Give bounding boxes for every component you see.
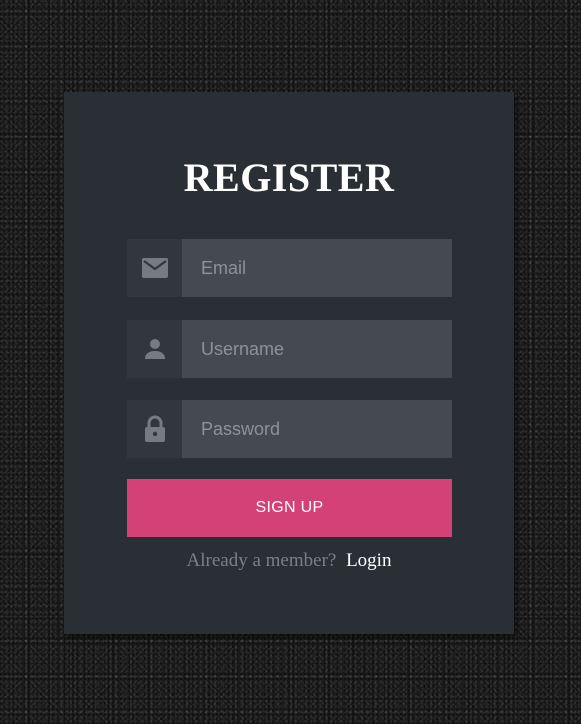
sign-up-button[interactable]: SIGN UP xyxy=(127,479,452,537)
user-icon xyxy=(127,320,182,378)
email-input[interactable] xyxy=(182,239,452,297)
login-link[interactable]: Login xyxy=(346,550,391,571)
page-title: REGISTER xyxy=(183,155,395,200)
email-field-row xyxy=(127,239,452,297)
password-field-row xyxy=(127,400,452,458)
register-card: REGISTER SIGN UP A xyxy=(64,92,514,634)
password-input[interactable] xyxy=(182,400,452,458)
envelope-icon xyxy=(127,239,182,297)
login-prompt: Already a member? Login xyxy=(64,550,514,572)
lock-icon xyxy=(127,400,182,458)
username-input[interactable] xyxy=(182,320,452,378)
username-field-row xyxy=(127,320,452,378)
already-member-text: Already a member? xyxy=(186,550,337,571)
